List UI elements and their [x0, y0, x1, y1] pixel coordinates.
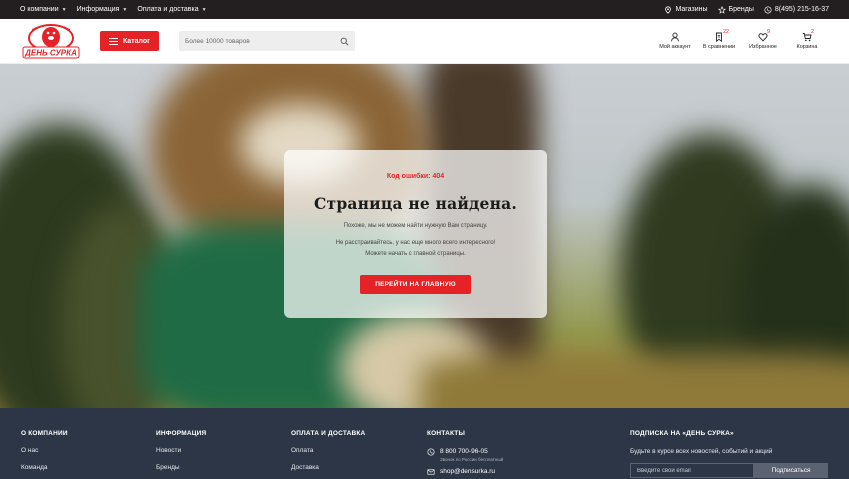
search-box — [179, 31, 355, 51]
footer-link-brands[interactable]: Бренды — [156, 464, 206, 471]
compare-button[interactable]: 22 В сравнении — [697, 29, 741, 50]
top-bar: О компании ▼ Информация ▼ Оплата и доставк… — [0, 0, 849, 19]
footer-subscribe: ПОДПИСКА НА «ДЕНЬ СУРКА» Будьте в курсе … — [630, 430, 828, 478]
header-actions: Мой аккаунт 22 В сравнении 9 Избранное 2… — [653, 29, 829, 50]
hero-background: Код ошибки: 404 Страница не найдена. Пох… — [0, 64, 849, 408]
subscribe-email-input[interactable] — [630, 463, 754, 478]
top-menu-info[interactable]: Информация ▼ — [77, 6, 128, 13]
mail-icon — [427, 469, 435, 475]
go-home-button[interactable]: ПЕРЕЙТИ НА ГЛАВНУЮ — [360, 275, 471, 294]
star-icon — [717, 5, 726, 14]
footer-delivery: ОПЛАТА И ДОСТАВКА Оплата Доставка — [291, 430, 365, 471]
stores-label: Магазины — [675, 6, 708, 13]
error-message: Не расстраивайтесь, у нас еще много всег… — [336, 238, 496, 260]
footer-info-title: ИНФОРМАЦИЯ — [156, 430, 207, 437]
menu-burger-icon — [108, 37, 118, 45]
footer-link-delivery[interactable]: Доставка — [291, 464, 365, 471]
top-menu-about[interactable]: О компании ▼ — [20, 6, 67, 13]
top-menu-about-label: О компании — [20, 6, 59, 13]
footer-email: shop@densurka.ru — [440, 468, 496, 475]
footer-link-about-us[interactable]: О нас — [21, 447, 68, 454]
subscribe-button[interactable]: Подписаться — [754, 463, 828, 478]
favorites-button[interactable]: 9 Избранное — [741, 29, 785, 50]
footer-email-row[interactable]: shop@densurka.ru — [427, 468, 503, 476]
site-logo[interactable]: ДЕНЬ СУРКА — [20, 21, 82, 61]
error-code: Код ошибки: 404 — [386, 173, 445, 180]
phone-number: 8(495) 215-16-37 — [774, 6, 829, 13]
error-message-line1: Не расстраивайтесь, у нас еще много всег… — [335, 240, 496, 246]
site-footer: О КОМПАНИИ О нас Команда ИНФОРМАЦИЯ Ново… — [0, 408, 849, 479]
stores-link[interactable]: Магазины — [664, 5, 708, 14]
chevron-down-icon: ▼ — [61, 6, 67, 13]
error-card: Код ошибки: 404 Страница не найдена. Пох… — [284, 150, 547, 318]
phone-icon — [764, 5, 772, 14]
brands-link[interactable]: Бренды — [717, 5, 754, 14]
account-label: Мой аккаунт — [659, 44, 691, 50]
footer-phone-row[interactable]: 8 800 700-96-05 Звонок по России бесплат… — [427, 448, 503, 462]
footer-info: ИНФОРМАЦИЯ Новости Бренды — [156, 430, 206, 471]
user-icon — [671, 32, 679, 42]
footer-subscribe-text: Будьте в курсе всех новостей, событий и … — [630, 448, 773, 455]
subscribe-form: Подписаться — [630, 463, 828, 478]
top-menu: О компании ▼ Информация ▼ Оплата и доставк… — [20, 6, 207, 13]
chevron-down-icon: ▼ — [122, 6, 128, 13]
site-header: ДЕНЬ СУРКА Каталог Мой аккаунт 22 В срав… — [0, 19, 849, 64]
top-menu-delivery-label: Оплата и доставка — [137, 6, 199, 13]
account-button[interactable]: Мой аккаунт — [653, 32, 697, 50]
brands-label: Бренды — [728, 6, 754, 13]
compare-label: В сравнении — [702, 44, 736, 50]
error-subtitle: Похоже, мы не можем найти нужную Вам стр… — [343, 223, 488, 229]
catalog-button[interactable]: Каталог — [100, 31, 159, 51]
footer-subscribe-title: ПОДПИСКА НА «ДЕНЬ СУРКА» — [630, 430, 734, 437]
footer-contacts: КОНТАКТЫ 8 800 700-96-05 Звонок по Росси… — [427, 430, 503, 476]
phone-link[interactable]: 8(495) 215-16-37 — [764, 5, 829, 14]
location-pin-icon — [665, 5, 672, 14]
footer-link-team[interactable]: Команда — [21, 464, 68, 471]
groundhog-logo-icon: ДЕНЬ СУРКА — [22, 24, 80, 59]
search-icon[interactable] — [340, 37, 349, 46]
error-title: Страница не найдена. — [313, 194, 518, 213]
cart-button[interactable]: 2 Корзина — [785, 29, 829, 50]
footer-link-payment[interactable]: Оплата — [291, 447, 365, 454]
cart-label: Корзина — [796, 44, 818, 50]
svg-text:ДЕНЬ СУРКА: ДЕНЬ СУРКА — [24, 49, 77, 58]
phone-icon — [427, 448, 435, 456]
footer-delivery-title: ОПЛАТА И ДОСТАВКА — [291, 430, 366, 437]
chevron-down-icon: ▼ — [201, 6, 207, 13]
footer-about-title: О КОМПАНИИ — [21, 430, 68, 437]
favorites-badge: 9 — [767, 29, 771, 35]
error-message-line2: Можете начать с главной страницы. — [365, 251, 466, 257]
top-menu-delivery[interactable]: Оплата и доставка ▼ — [137, 6, 206, 13]
top-menu-info-label: Информация — [76, 6, 120, 13]
cart-badge: 2 — [811, 29, 815, 35]
compare-badge: 22 — [723, 29, 730, 35]
footer-contacts-title: КОНТАКТЫ — [427, 430, 466, 437]
favorites-label: Избранное — [749, 44, 777, 50]
footer-phone-note: Звонок по России бесплатный — [440, 457, 504, 462]
footer-phone: 8 800 700-96-05 — [440, 448, 488, 455]
catalog-label: Каталог — [122, 37, 151, 45]
footer-about: О КОМПАНИИ О нас Команда — [21, 430, 68, 471]
bg-grass — [420, 354, 849, 408]
search-input[interactable] — [185, 37, 340, 45]
footer-link-news[interactable]: Новости — [156, 447, 206, 454]
